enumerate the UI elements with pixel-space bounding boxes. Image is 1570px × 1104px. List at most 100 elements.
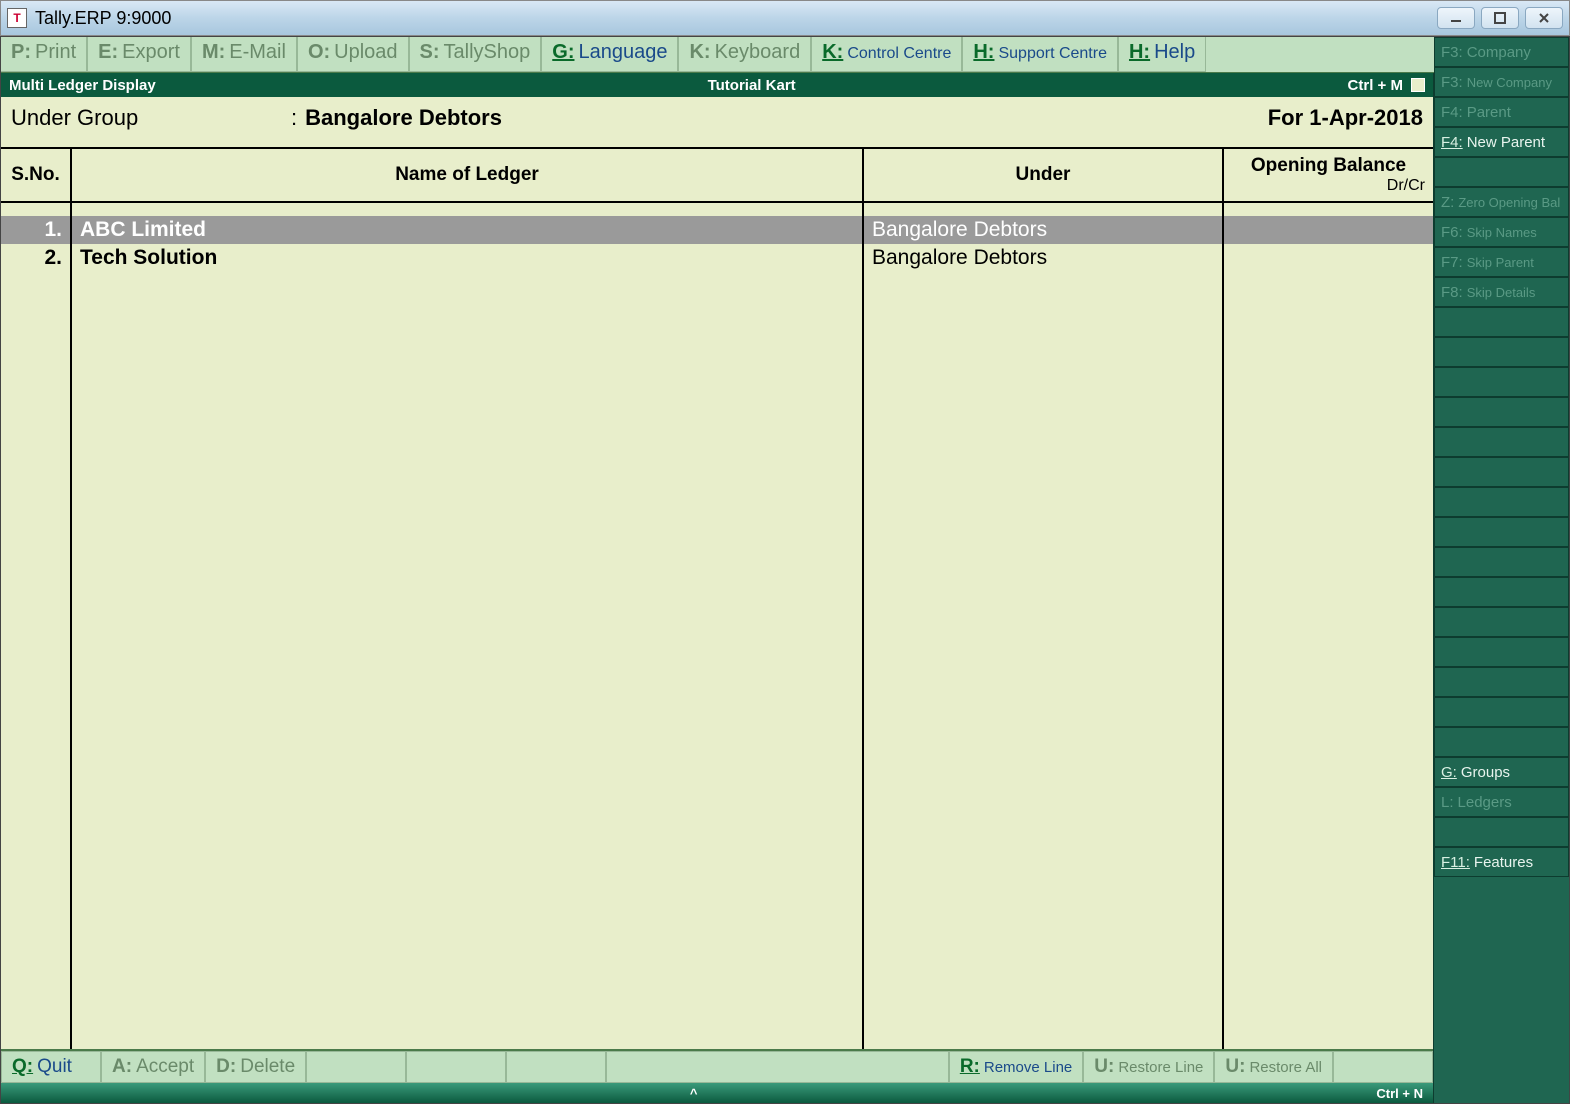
side-key: F11:	[1441, 854, 1470, 871]
topmenu-label: Keyboard	[715, 41, 801, 64]
side-spacer	[1434, 157, 1569, 187]
topmenu-item-keyboard[interactable]: K:Keyboard	[678, 37, 811, 72]
bottommenu-item-restore-line[interactable]: U:Restore Line	[1083, 1051, 1214, 1083]
side-label: Skip Parent	[1467, 255, 1534, 270]
topmenu-key: H:	[973, 41, 994, 64]
topmenu-label: Language	[578, 41, 667, 64]
window-controls	[1437, 7, 1563, 29]
app-frame: P:PrintE:ExportM:E-MailO:UploadS:TallySh…	[0, 36, 1570, 1104]
side-key: Z:	[1441, 194, 1454, 211]
side-btn-company[interactable]: F3: Company	[1434, 37, 1569, 67]
side-key: F4:	[1441, 104, 1463, 121]
side-label: Skip Names	[1467, 225, 1537, 240]
side-key: F3:	[1441, 44, 1463, 61]
side-btn-ledgers[interactable]: L: Ledgers	[1434, 787, 1569, 817]
topmenu-item-e-mail[interactable]: M:E-Mail	[191, 37, 297, 72]
side-spacer	[1434, 667, 1569, 697]
side-label: Ledgers	[1458, 794, 1512, 811]
topmenu-key: H:	[1129, 41, 1150, 64]
side-btn-features[interactable]: F11: Features	[1434, 847, 1569, 877]
side-btn-skip-details[interactable]: F8: Skip Details	[1434, 277, 1569, 307]
bm-label: Remove Line	[984, 1059, 1072, 1076]
window-titlebar: T Tally.ERP 9:9000	[0, 0, 1570, 36]
topmenu-label: Support Centre	[998, 45, 1107, 63]
bm-spacer	[306, 1051, 406, 1083]
bottommenu-item-accept[interactable]: A:Accept	[101, 1051, 205, 1083]
minimize-icon	[1448, 10, 1464, 26]
topmenu-item-language[interactable]: G:Language	[541, 37, 678, 72]
bm-flex	[606, 1051, 949, 1083]
topmenu-key: E:	[98, 41, 118, 64]
bottommenu-item-remove-line[interactable]: R:Remove Line	[949, 1051, 1083, 1083]
side-spacer	[1434, 577, 1569, 607]
main-area: Multi Ledger Display Tutorial Kart Ctrl …	[1, 73, 1434, 1103]
side-spacer	[1434, 607, 1569, 637]
app-icon: T	[7, 8, 27, 28]
ledger-table: S.No. Name of Ledger Under Opening Balan…	[1, 149, 1433, 1049]
topmenu-item-export[interactable]: E:Export	[87, 37, 191, 72]
table-body: 1.ABC LimitedBangalore Debtors2.Tech Sol…	[1, 202, 1433, 1049]
bm-label: Restore All	[1249, 1059, 1322, 1076]
side-spacer	[1434, 457, 1569, 487]
status-bar: ^ Ctrl + N	[1, 1083, 1433, 1103]
under-group-value: Bangalore Debtors	[305, 105, 1268, 131]
topmenu-item-print[interactable]: P:Print	[1, 37, 87, 72]
bm-spacer	[406, 1051, 506, 1083]
side-label: Features	[1474, 854, 1533, 871]
side-label: Zero Opening Bal	[1458, 195, 1560, 210]
side-spacer	[1434, 397, 1569, 427]
side-btn-new-company[interactable]: F3: New Company	[1434, 67, 1569, 97]
side-btn-groups[interactable]: G: Groups	[1434, 757, 1569, 787]
topmenu-item-control-centre[interactable]: K:Control Centre	[811, 37, 962, 72]
table-wrap: S.No. Name of Ledger Under Opening Balan…	[1, 149, 1433, 1049]
side-key: F6:	[1441, 224, 1463, 241]
side-panel: F3: CompanyF3: New CompanyF4: ParentF4: …	[1434, 37, 1569, 1103]
topmenu-item-tallyshop[interactable]: S:TallyShop	[409, 37, 542, 72]
topmenu-item-support-centre[interactable]: H:Support Centre	[962, 37, 1118, 72]
side-spacer	[1434, 367, 1569, 397]
subheader-left: Multi Ledger Display	[9, 77, 156, 94]
side-spacer	[1434, 427, 1569, 457]
bottom-menu: Q:QuitA:AcceptD:DeleteR:Remove LineU:Res…	[1, 1049, 1433, 1083]
cell-opbal	[1223, 216, 1433, 244]
under-group-label: Under Group	[11, 105, 291, 131]
bottommenu-item-restore-all[interactable]: U:Restore All	[1214, 1051, 1333, 1083]
col-name: Name of Ledger	[71, 149, 863, 202]
bottommenu-item-quit[interactable]: Q:Quit	[1, 1051, 101, 1083]
topmenu-label: Help	[1154, 41, 1195, 64]
topmenu-item-upload[interactable]: O:Upload	[297, 37, 409, 72]
bm-label: Restore Line	[1118, 1059, 1203, 1076]
bm-label: Accept	[136, 1056, 194, 1078]
table-row[interactable]: 2.Tech SolutionBangalore Debtors	[1, 244, 1433, 272]
bm-key: R:	[960, 1056, 980, 1078]
colon: :	[291, 105, 297, 131]
close-button[interactable]	[1525, 7, 1563, 29]
topmenu-label: TallyShop	[444, 41, 531, 64]
sub-header: Multi Ledger Display Tutorial Kart Ctrl …	[1, 73, 1433, 97]
side-btn-skip-parent[interactable]: F7: Skip Parent	[1434, 247, 1569, 277]
maximize-button[interactable]	[1481, 7, 1519, 29]
side-key: F7:	[1441, 254, 1463, 271]
subheader-box-icon[interactable]	[1411, 78, 1425, 92]
topmenu-item-help[interactable]: H:Help	[1118, 37, 1206, 72]
side-key: F8:	[1441, 284, 1463, 301]
side-label: Parent	[1467, 104, 1511, 121]
bottommenu-item-delete[interactable]: D:Delete	[205, 1051, 306, 1083]
side-btn-new-parent[interactable]: F4: New Parent	[1434, 127, 1569, 157]
bm-label: Quit	[37, 1056, 72, 1078]
table-row[interactable]: 1.ABC LimitedBangalore Debtors	[1, 216, 1433, 244]
side-btn-parent[interactable]: F4: Parent	[1434, 97, 1569, 127]
col-drcr-label: Dr/Cr	[1387, 177, 1425, 195]
col-opbal: Opening Balance Dr/Cr	[1223, 149, 1433, 202]
minimize-button[interactable]	[1437, 7, 1475, 29]
bm-spacer	[506, 1051, 606, 1083]
side-btn-zero-opening-bal[interactable]: Z: Zero Opening Bal	[1434, 187, 1569, 217]
side-spacer	[1434, 727, 1569, 757]
cell-sno: 2.	[1, 244, 71, 272]
bm-key: Q:	[12, 1056, 33, 1078]
side-btn-skip-names[interactable]: F6: Skip Names	[1434, 217, 1569, 247]
table-gap-row	[1, 202, 1433, 216]
topmenu-key: K:	[689, 41, 710, 64]
titlebar-left: T Tally.ERP 9:9000	[7, 8, 171, 29]
table-filler-row	[1, 272, 1433, 1049]
